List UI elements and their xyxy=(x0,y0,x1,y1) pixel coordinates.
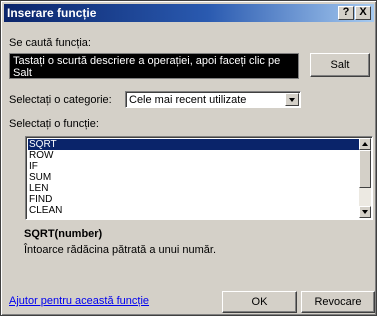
help-button[interactable]: ? xyxy=(338,6,354,20)
scroll-thumb[interactable] xyxy=(359,150,371,188)
arrow-down-icon xyxy=(362,210,368,214)
list-item[interactable]: SUM xyxy=(28,172,359,183)
function-description: Întoarce rădăcina pătrată a unui număr. xyxy=(24,244,217,256)
list-item[interactable]: SQRT xyxy=(28,139,359,150)
function-list-label: Selectați o funcție: xyxy=(9,118,99,130)
close-button[interactable]: X xyxy=(355,6,371,20)
function-list[interactable]: SQRT ROW IF SUM LEN FIND CLEAN xyxy=(25,136,373,220)
ok-button[interactable]: OK xyxy=(222,291,297,313)
scroll-down-button[interactable] xyxy=(359,206,371,218)
category-selected-value: Cele mai recent utilizate xyxy=(129,94,247,106)
list-item[interactable]: LEN xyxy=(28,183,359,194)
list-item[interactable]: IF xyxy=(28,161,359,172)
cancel-button[interactable]: Revocare xyxy=(301,291,375,313)
dropdown-arrow-button[interactable] xyxy=(285,93,299,106)
function-signature: SQRT(number) xyxy=(24,228,103,240)
category-select[interactable]: Cele mai recent utilizate xyxy=(125,91,301,108)
help-link[interactable]: Ajutor pentru această funcție xyxy=(9,295,149,307)
chevron-down-icon xyxy=(289,98,295,102)
go-button[interactable]: Salt xyxy=(310,53,370,77)
insert-function-dialog: Inserare funcție ? X Se caută funcția: T… xyxy=(0,0,377,316)
list-item[interactable]: ROW xyxy=(28,150,359,161)
dialog-title: Inserare funcție xyxy=(7,6,97,20)
list-item[interactable]: FIND xyxy=(28,194,359,205)
search-label: Se caută funcția: xyxy=(9,37,91,49)
vertical-scrollbar[interactable] xyxy=(359,138,371,218)
search-input[interactable]: Tastați o scurtă descriere a operației, … xyxy=(9,53,299,79)
arrow-up-icon xyxy=(362,142,368,146)
scroll-up-button[interactable] xyxy=(359,138,371,150)
list-item[interactable]: CLEAN xyxy=(28,205,359,216)
category-label: Selectați o categorie: xyxy=(9,94,112,106)
title-bar[interactable]: Inserare funcție ? X xyxy=(4,4,374,22)
